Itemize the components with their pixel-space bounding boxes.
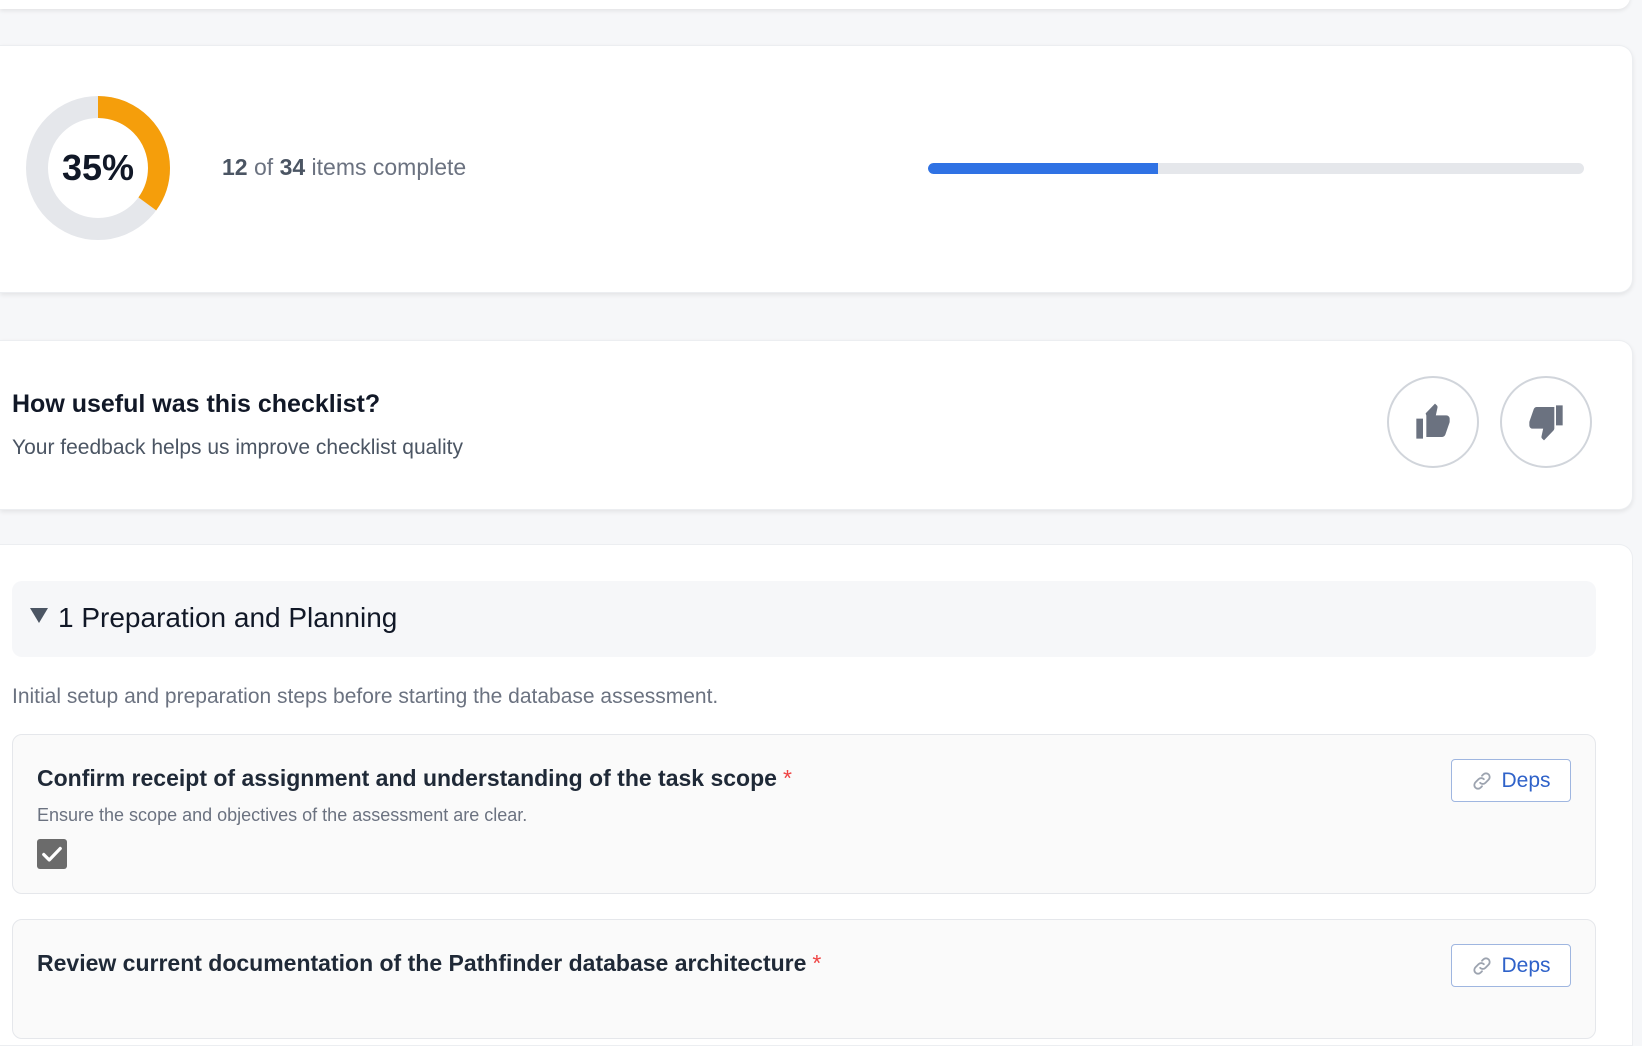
- items-complete-text: 12 of 34 items complete: [222, 154, 466, 181]
- required-marker: *: [812, 950, 822, 976]
- deps-button[interactable]: Deps: [1451, 759, 1571, 802]
- item-title: Review current documentation of the Path…: [37, 950, 821, 977]
- feedback-subtitle: Your feedback helps us improve checklist…: [12, 436, 463, 459]
- thumbs-up-button[interactable]: [1387, 376, 1479, 468]
- progress-percent-label: 35%: [61, 147, 135, 188]
- thumbs-up-icon: [1416, 403, 1450, 439]
- item-description: Ensure the scope and objectives of the a…: [37, 805, 528, 825]
- link-icon: [1473, 771, 1492, 790]
- thumbs-down-button[interactable]: [1500, 376, 1592, 468]
- progress-bar: [928, 163, 1584, 174]
- total-count: 34: [279, 154, 306, 180]
- checklist-item: Review current documentation of the Path…: [12, 919, 1596, 1039]
- deps-label: Deps: [1501, 768, 1551, 792]
- item-title-text: Review current documentation of the Path…: [37, 950, 807, 976]
- collapse-caret-icon[interactable]: [30, 608, 48, 623]
- item-checkbox[interactable]: [37, 839, 67, 869]
- checklist-item: Confirm receipt of assignment and unders…: [12, 734, 1596, 894]
- feedback-title: How useful was this checklist?: [12, 390, 381, 418]
- deps-button[interactable]: Deps: [1451, 944, 1571, 987]
- progress-bar-fill: [928, 163, 1158, 174]
- of-word: of: [253, 154, 274, 180]
- completed-count: 12: [222, 154, 248, 180]
- deps-label: Deps: [1501, 953, 1551, 977]
- item-title-text: Confirm receipt of assignment and unders…: [37, 765, 777, 791]
- required-marker: *: [782, 765, 792, 791]
- section-title[interactable]: 1 Preparation and Planning: [58, 602, 397, 634]
- section-description: Initial setup and preparation steps befo…: [12, 685, 719, 708]
- item-title: Confirm receipt of assignment and unders…: [37, 765, 792, 792]
- items-complete-suffix: items complete: [311, 154, 467, 180]
- checkmark-icon: [42, 846, 62, 862]
- link-icon: [1473, 956, 1492, 975]
- top-header-strip: [0, 0, 1630, 9]
- thumbs-down-icon: [1529, 405, 1563, 441]
